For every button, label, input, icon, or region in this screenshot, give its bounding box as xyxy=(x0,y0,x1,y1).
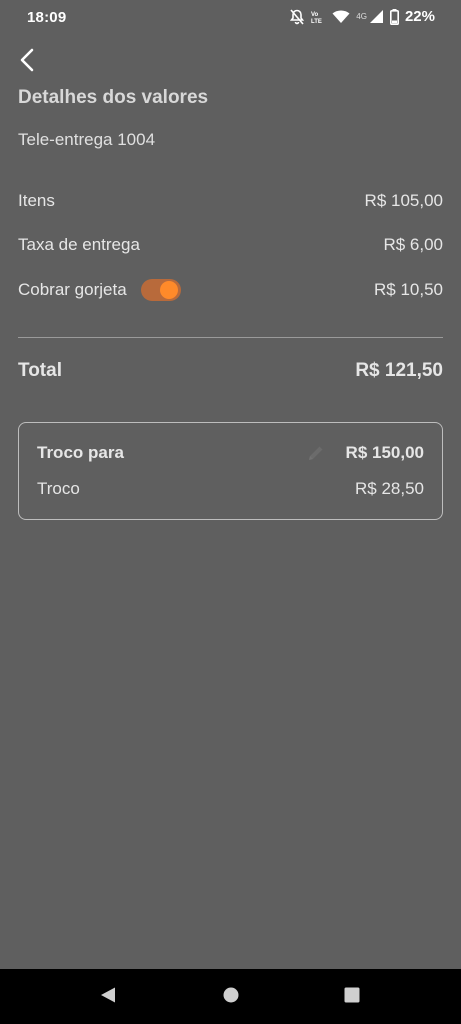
delivery-fee-row: Taxa de entrega R$ 6,00 xyxy=(18,235,443,255)
change-for-value: R$ 150,00 xyxy=(345,443,424,462)
recents-square-icon xyxy=(343,986,361,1009)
status-bar: 18:09 Vo LTE 4G 22% xyxy=(0,0,461,34)
tip-value: R$ 10,50 xyxy=(374,280,443,299)
delivery-fee-label: Taxa de entrega xyxy=(18,235,140,254)
change-value: R$ 28,50 xyxy=(355,479,424,498)
svg-text:Vo: Vo xyxy=(311,12,319,18)
tip-label: Cobrar gorjeta xyxy=(18,280,127,299)
back-button[interactable] xyxy=(14,48,40,76)
tip-row: Cobrar gorjeta R$ 10,50 xyxy=(18,279,443,301)
wifi-icon xyxy=(332,10,350,24)
volte-icon: Vo LTE xyxy=(310,9,326,25)
nav-home-button[interactable] xyxy=(220,986,242,1008)
change-label: Troco xyxy=(37,479,80,498)
order-subtitle: Tele-entrega 1004 xyxy=(18,130,156,149)
svg-text:LTE: LTE xyxy=(311,19,322,25)
system-nav-bar xyxy=(0,969,461,1024)
battery-percent: 22% xyxy=(404,8,435,25)
items-label: Itens xyxy=(18,191,55,210)
tip-toggle-knob xyxy=(159,281,178,299)
signal-icon xyxy=(369,9,384,24)
pencil-icon[interactable] xyxy=(306,443,326,463)
delivery-fee-value: R$ 6,00 xyxy=(383,235,443,254)
tip-toggle[interactable] xyxy=(140,279,181,301)
tip-left: Cobrar gorjeta xyxy=(18,279,181,301)
screen: 18:09 Vo LTE 4G 22% Detalhes dos valores… xyxy=(0,0,461,1024)
items-value: R$ 105,00 xyxy=(364,191,443,210)
bell-off-icon xyxy=(290,8,305,25)
total-value: R$ 121,50 xyxy=(355,360,443,381)
chevron-left-icon xyxy=(19,48,35,77)
total-row: Total R$ 121,50 xyxy=(18,360,443,382)
nav-back-button[interactable] xyxy=(97,986,119,1008)
change-for-right: R$ 150,00 xyxy=(306,443,424,463)
status-icons: Vo LTE 4G 22% xyxy=(290,8,435,25)
nav-recents-button[interactable] xyxy=(341,986,363,1008)
home-circle-icon xyxy=(222,986,240,1009)
change-row: Troco R$ 28,50 xyxy=(37,479,424,499)
items-row: Itens R$ 105,00 xyxy=(18,191,443,211)
battery-icon xyxy=(389,8,399,25)
total-label: Total xyxy=(18,360,62,381)
page-title: Detalhes dos valores xyxy=(18,87,209,108)
change-card: Troco para R$ 150,00 Troco R$ 28,50 xyxy=(18,422,443,520)
change-for-label: Troco para xyxy=(37,443,124,462)
back-triangle-icon xyxy=(99,986,117,1009)
network-type: 4G xyxy=(356,12,367,21)
status-time: 18:09 xyxy=(27,9,67,26)
divider xyxy=(18,337,443,338)
change-for-row: Troco para R$ 150,00 xyxy=(37,443,424,463)
